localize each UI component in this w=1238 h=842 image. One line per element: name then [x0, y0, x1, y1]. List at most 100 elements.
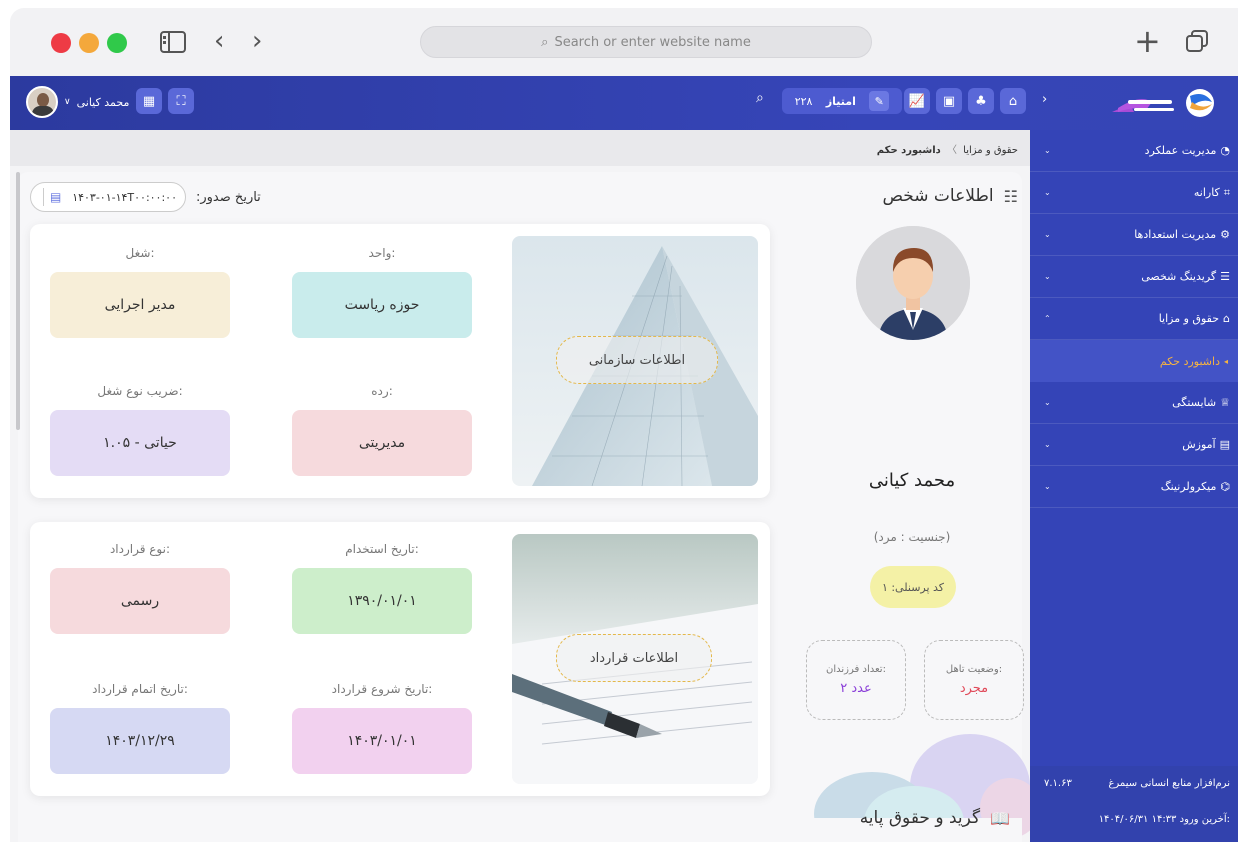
tabs-overview-icon[interactable] [1186, 30, 1208, 52]
sidebar-item-label: آموزش [1182, 438, 1216, 451]
rank-label: رده: [371, 384, 393, 398]
org-info-card: اطلاعات سازمانی واحد: حوزه ریاست شغل: مد… [30, 224, 770, 498]
chart-icon[interactable]: 📈 [904, 88, 930, 114]
score-label: امتیاز [825, 94, 856, 108]
home-icon[interactable]: ⌂ [1000, 88, 1026, 114]
book-icon: ▤ [1219, 438, 1230, 451]
grade-section-title: 📖 گرید و حقوق پایه [860, 808, 1010, 828]
person-avatar [856, 226, 970, 340]
issue-date-input[interactable]: ▤ ۱۴۰۳-۰۱-۱۴T۰۰:۰۰:۰۰ [30, 182, 186, 212]
children-count-box: تعداد فرزندان: ۲ عدد [806, 640, 906, 720]
job-value: مدیر اجرایی [50, 272, 230, 338]
chevron-icon: ⌄ [1044, 230, 1051, 239]
issue-date-value: ۱۴۰۳-۰۱-۱۴T۰۰:۰۰:۰۰ [72, 190, 177, 204]
address-bar[interactable]: ⌕ Search or enter website name [420, 26, 872, 58]
hire-date-value: ۱۳۹۰/۰۱/۰۱ [292, 568, 472, 634]
sidebar-item[interactable]: ⌄ ◔ مدیریت عملکرد [1030, 130, 1238, 172]
grid-icon: ⌗ [1223, 185, 1230, 199]
last-login-value: ۱۴۰۴/۰۶/۳۱ ۱۴:۳۳ [1098, 814, 1177, 825]
bullet-icon: ◂ [1223, 356, 1228, 366]
zoom-window-button[interactable] [107, 33, 127, 53]
search-icon: ⌕ [541, 34, 549, 50]
sidebar-item-label: گریدینگ شخصی [1141, 270, 1217, 283]
product-name: نرم‌افزار منابع انسانی سیمرغ [1108, 778, 1230, 789]
unit-value: حوزه ریاست [292, 272, 472, 338]
contract-info-card: اطلاعات قرارداد تاریخ استخدام: ۱۳۹۰/۰۱/۰… [30, 522, 770, 796]
top-bar: ∨ محمد کیانی ▦ ⛶ ⌕ ۲۲۸ امتیاز ✎ 📈 ▣ ♣ ⌂ … [10, 76, 1238, 130]
score-badge[interactable]: ۲۲۸ امتیاز ✎ [782, 88, 902, 114]
hire-date-label: تاریخ استخدام: [345, 542, 419, 556]
user-name: محمد کیانی [76, 95, 130, 109]
sidebar-toggle-icon[interactable] [160, 31, 186, 53]
sidebar-item[interactable]: ⌄ ⚙ مدیریت استعدادها [1030, 214, 1238, 256]
personnel-code-badge: کد پرسنلی: ۱ [870, 566, 956, 608]
chevron-icon: ⌄ [1044, 440, 1051, 449]
chevron-icon: ⌄ [1044, 188, 1051, 197]
contract-type-label: نوع قرارداد: [109, 542, 171, 556]
chevron-icon: ⌄ [1044, 146, 1051, 155]
version-number: ۷.۱.۶۳ [1044, 778, 1072, 789]
contract-start-label: تاریخ شروع قرارداد: [331, 682, 433, 696]
org-chart-icon[interactable]: ♣ [968, 88, 994, 114]
rank-value: مدیریتی [292, 410, 472, 476]
talent-icon: ⚙ [1220, 228, 1230, 241]
chevron-icon: ⌄ [1044, 482, 1051, 491]
sidebar-item-label: شایستگی [1172, 396, 1217, 409]
breadcrumb: حقوق و مزایا 〉 داشبورد حکم [877, 141, 1018, 156]
search-icon[interactable]: ⌕ [756, 90, 764, 106]
sidebar-item-label: حقوق و مزایا [1158, 312, 1220, 325]
score-value: ۲۲۸ [794, 94, 813, 108]
chevron-right-icon[interactable]: › [1042, 92, 1047, 107]
back-icon[interactable]: ‹ [214, 28, 224, 54]
chevron-icon: ⌄ [1044, 398, 1051, 407]
marital-status-box: وضعیت تاهل: مجرد [924, 640, 1024, 720]
person-gender: (جنسیت : مرد) [873, 530, 951, 544]
sidebar-item-label: کارانه [1193, 186, 1220, 199]
user-menu[interactable]: ∨ محمد کیانی [26, 86, 129, 118]
sidebar-item[interactable]: ⌄ ⌬ میکرولرنینگ [1030, 466, 1238, 508]
sidebar-item[interactable]: ⌄ ☰ گریدینگ شخصی [1030, 256, 1238, 298]
sidebar-item[interactable]: ⌃ ⌂ حقوق و مزایا [1030, 298, 1238, 340]
simorgh-logo [1112, 89, 1214, 117]
issue-date-label: تاریخ صدور: [196, 189, 261, 205]
minimize-window-button[interactable] [79, 33, 99, 53]
unit-label: واحد: [368, 246, 396, 260]
person-name: محمد کیانی [868, 470, 956, 491]
id-card-icon[interactable]: ▣ [936, 88, 962, 114]
sidebar-item[interactable]: ⌄ ⌗ کارانه [1030, 172, 1238, 214]
breadcrumb-current: داشبورد حکم [876, 145, 941, 156]
sidebar-item[interactable]: ⌄ ♕ شایستگی [1030, 382, 1238, 424]
calendar-icon[interactable]: ▦ [136, 88, 162, 114]
app-window: ∨ محمد کیانی ▦ ⛶ ⌕ ۲۲۸ امتیاز ✎ 📈 ▣ ♣ ⌂ … [10, 76, 1238, 842]
forward-icon[interactable]: › [252, 28, 262, 54]
new-tab-icon[interactable]: + [1134, 25, 1161, 57]
sidebar-item[interactable]: ⌄ ▤ آموزش [1030, 424, 1238, 466]
breadcrumb-bar: حقوق و مزایا 〉 داشبورد حکم [10, 130, 1030, 166]
cap-icon: ⌬ [1220, 480, 1230, 493]
sidebar-footer: ۷.۱.۶۳ نرم‌افزار منابع انسانی سیمرغ ۱۴۰۴… [1030, 766, 1238, 842]
contract-end-label: تاریخ اتمام قرارداد: [92, 682, 188, 696]
children-count-value: ۲ عدد [840, 681, 872, 696]
user-chevron-icon: ∨ [64, 97, 71, 107]
children-count-label: تعداد فرزندان: [826, 664, 886, 675]
fullscreen-icon[interactable]: ⛶ [168, 88, 194, 114]
calendar-icon[interactable]: ▤ [43, 188, 61, 206]
person-info: ☷ اطلاعات شخص محمد کیانی (جنسیت : مرد) ک… [794, 172, 1030, 842]
avatar [26, 86, 58, 118]
salary-icon: ⌂ [1223, 312, 1230, 325]
gauge-icon: ◔ [1220, 144, 1230, 157]
sidebar-item-label: میکرولرنینگ [1160, 480, 1217, 493]
sidebar-subitem-dashboard[interactable]: داشبورد حکم ◂ [1030, 340, 1238, 382]
person-section-title: ☷ اطلاعات شخص [882, 186, 1018, 206]
issue-date: تاریخ صدور: ▤ ۱۴۰۳-۰۱-۱۴T۰۰:۰۰:۰۰ [30, 182, 261, 212]
contract-type-value: رسمی [50, 568, 230, 634]
close-window-button[interactable] [51, 33, 71, 53]
address-placeholder: Search or enter website name [554, 34, 751, 50]
person-list-icon: ☷ [1003, 186, 1018, 206]
last-login-label: آخرین ورود: [1179, 814, 1230, 825]
job-coef-label: ضریب نوع شغل: [97, 384, 183, 398]
scrollbar[interactable] [16, 172, 20, 430]
sidebar-item-label: مدیریت استعدادها [1134, 228, 1217, 241]
breadcrumb-parent[interactable]: حقوق و مزایا [963, 145, 1018, 156]
chevron-icon: ⌄ [1044, 272, 1051, 281]
